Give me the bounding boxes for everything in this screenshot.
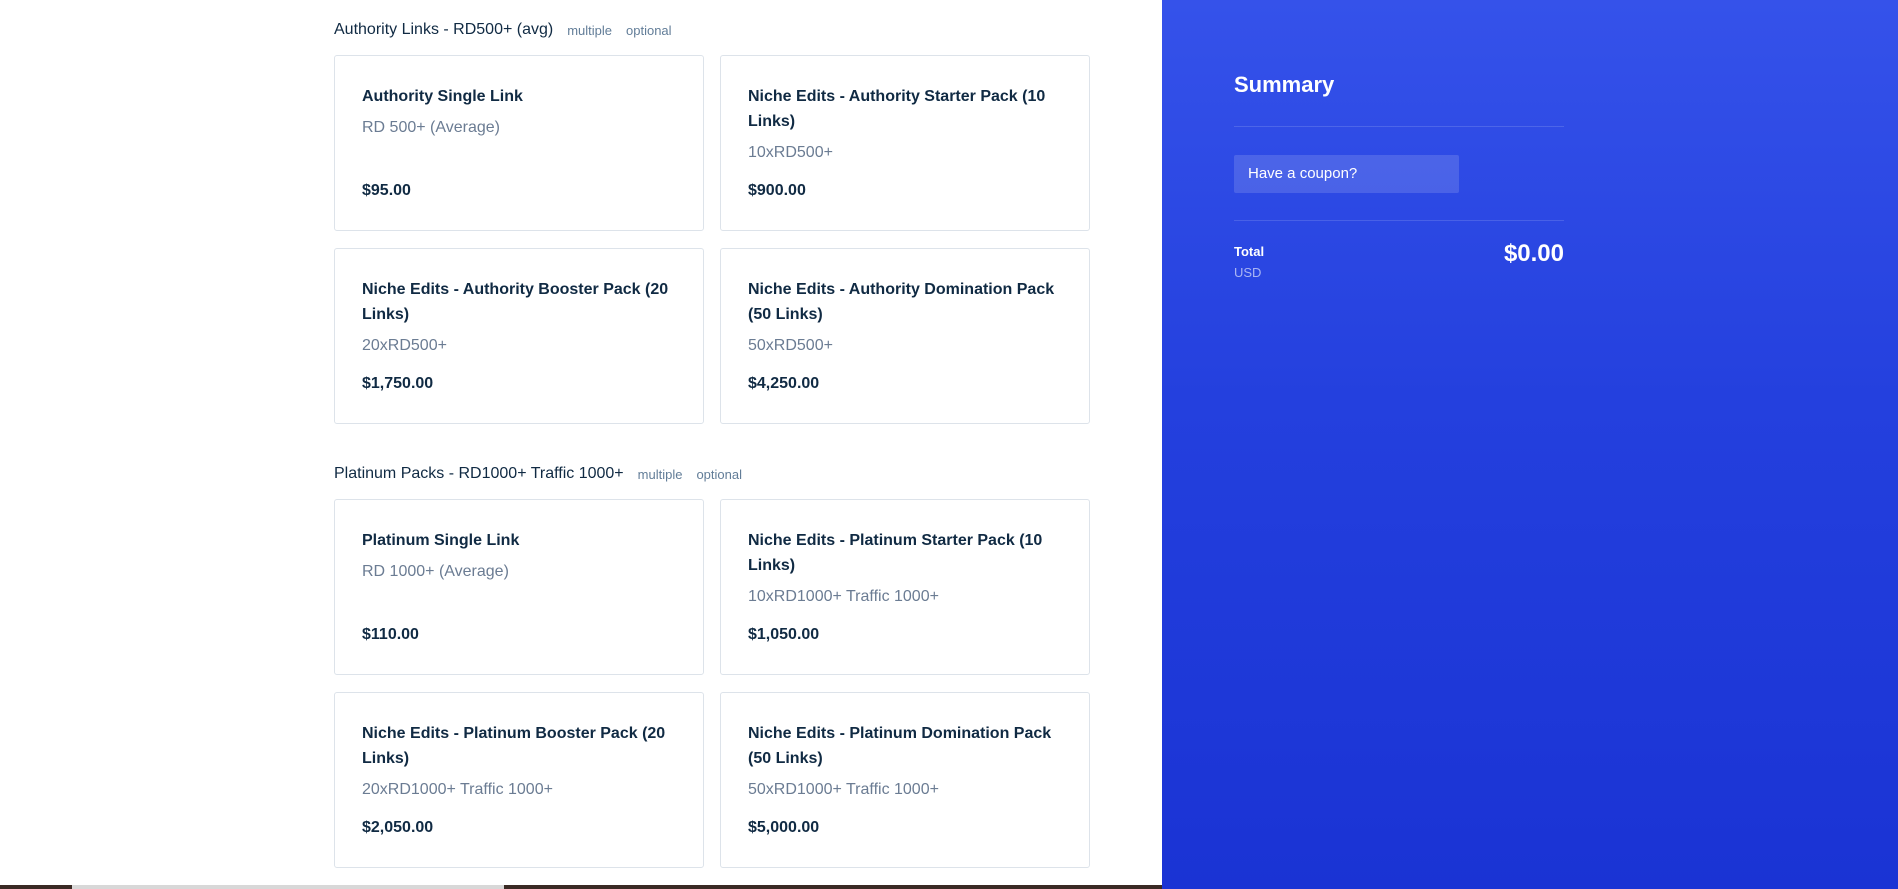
section-header: Authority Links - RD500+ (avg) multiple … [334, 19, 1090, 41]
product-description: 10xRD1000+ Traffic 1000+ [748, 588, 939, 605]
product-description: 20xRD1000+ Traffic 1000+ [362, 781, 553, 798]
product-card[interactable]: Niche Edits - Authority Starter Pack (10… [720, 55, 1090, 231]
product-card[interactable]: Niche Edits - Platinum Booster Pack (20 … [334, 692, 704, 868]
product-name: Authority Single Link [362, 88, 523, 105]
checkout-page: Authority Links - RD500+ (avg) multiple … [0, 0, 1898, 889]
product-price: $110.00 [362, 626, 419, 643]
product-price: $95.00 [362, 182, 411, 199]
product-card[interactable]: Platinum Single Link RD 1000+ (Average) … [334, 499, 704, 675]
product-name: Niche Edits - Authority Starter Pack (10… [748, 88, 1046, 130]
section-header: Platinum Packs - RD1000+ Traffic 1000+ m… [334, 463, 1090, 485]
product-price: $5,000.00 [748, 819, 820, 836]
product-card[interactable]: Niche Edits - Authority Domination Pack … [720, 248, 1090, 424]
product-price: $4,250.00 [748, 375, 820, 392]
bottom-divider-segment [504, 885, 1162, 889]
summary-divider [1234, 126, 1564, 127]
product-selection-area: Authority Links - RD500+ (avg) multiple … [0, 0, 1162, 889]
coupon-button[interactable]: Have a coupon? [1234, 155, 1459, 193]
summary-divider [1234, 220, 1564, 221]
total-amount: $0.00 [1503, 240, 1564, 267]
bottom-divider-segment [0, 885, 72, 889]
product-grid: Platinum Single Link RD 1000+ (Average) … [334, 499, 1090, 868]
total-currency: USD [1234, 265, 1262, 280]
product-card[interactable]: Niche Edits - Authority Booster Pack (20… [334, 248, 704, 424]
product-section-authority: Authority Links - RD500+ (avg) multiple … [334, 19, 1090, 424]
product-name: Niche Edits - Authority Domination Pack … [748, 281, 1055, 323]
product-price: $2,050.00 [362, 819, 434, 836]
product-description: RD 500+ (Average) [362, 119, 500, 136]
section-title: Authority Links - RD500+ (avg) [334, 21, 554, 38]
tag-multiple: multiple [637, 466, 683, 482]
summary-title: Summary [1234, 72, 1335, 97]
tag-multiple: multiple [567, 22, 612, 38]
tag-optional: optional [696, 466, 742, 482]
product-card[interactable]: Niche Edits - Platinum Starter Pack (10 … [720, 499, 1090, 675]
tag-optional: optional [626, 22, 672, 38]
product-name: Niche Edits - Platinum Domination Pack (… [748, 725, 1052, 767]
product-description: 50xRD1000+ Traffic 1000+ [748, 781, 939, 798]
product-name: Platinum Single Link [362, 532, 520, 549]
order-summary-panel: Summary Have a coupon? Total USD $0.00 [1162, 0, 1898, 889]
section-title: Platinum Packs - RD1000+ Traffic 1000+ [334, 465, 624, 482]
product-card[interactable]: Authority Single Link RD 500+ (Average) … [334, 55, 704, 231]
product-section-platinum: Platinum Packs - RD1000+ Traffic 1000+ m… [334, 463, 1090, 868]
total-label: Total [1234, 244, 1265, 259]
product-card[interactable]: Niche Edits - Platinum Domination Pack (… [720, 692, 1090, 868]
product-description: 50xRD500+ [748, 337, 833, 354]
product-description: 10xRD500+ [748, 144, 833, 161]
product-description: 20xRD500+ [362, 337, 447, 354]
product-price: $1,050.00 [748, 626, 820, 643]
product-description: RD 1000+ (Average) [362, 563, 509, 580]
product-name: Niche Edits - Authority Booster Pack (20… [362, 281, 669, 323]
product-name: Niche Edits - Platinum Starter Pack (10 … [748, 532, 1043, 574]
product-grid: Authority Single Link RD 500+ (Average) … [334, 55, 1090, 424]
product-name: Niche Edits - Platinum Booster Pack (20 … [362, 725, 666, 767]
product-price: $1,750.00 [362, 375, 434, 392]
product-price: $900.00 [748, 182, 806, 199]
